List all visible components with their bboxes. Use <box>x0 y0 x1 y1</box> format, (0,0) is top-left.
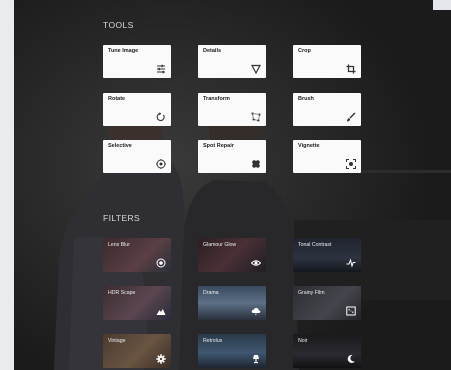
filter-label: Grainy Film <box>298 290 325 296</box>
selective-icon <box>156 159 166 169</box>
filter-label: Drama <box>203 290 219 296</box>
filter-noir[interactable]: Noir <box>293 334 361 368</box>
filter-lens-blur[interactable]: Lens Blur <box>103 238 171 272</box>
filter-vintage[interactable]: Vintage <box>103 334 171 368</box>
tool-label: Spot Repair <box>203 143 234 149</box>
tool-label: Selective <box>108 143 132 149</box>
lens-blur-icon <box>156 258 166 268</box>
tool-brush[interactable]: Brush <box>293 93 361 126</box>
gear-icon <box>156 354 166 364</box>
tool-transform[interactable]: Transform <box>198 93 266 126</box>
eye-icon <box>251 260 261 266</box>
tool-label: Tune Image <box>108 48 139 54</box>
filter-label: Glamour Glow <box>203 242 237 248</box>
lamp-icon <box>253 355 259 364</box>
cloud-icon <box>251 307 261 316</box>
filter-grainy-film[interactable]: Grainy Film <box>293 286 361 320</box>
tool-label: Rotate <box>108 96 126 102</box>
tool-label: Details <box>203 48 222 54</box>
bandage-icon <box>252 160 260 168</box>
triangle-icon <box>251 64 261 74</box>
tool-vignette[interactable]: Vignette <box>293 140 361 173</box>
tool-spot-repair[interactable]: Spot Repair <box>198 140 266 173</box>
tool-crop[interactable]: Crop <box>293 45 361 78</box>
brush-icon <box>347 112 356 122</box>
crop-icon <box>346 64 356 74</box>
moon-icon <box>347 354 355 363</box>
mountain-icon <box>156 309 166 315</box>
vignette-icon <box>346 159 356 169</box>
tool-label: Vignette <box>298 143 320 149</box>
filters-heading: FILTERS <box>103 213 141 223</box>
tool-details[interactable]: Details <box>198 45 266 78</box>
pulse-icon <box>346 258 356 268</box>
filter-label: Vintage <box>108 338 126 344</box>
filter-label: HDR Scape <box>108 290 136 296</box>
sliders-icon <box>157 64 165 74</box>
filter-label: Noir <box>298 338 308 344</box>
filter-label: Tonal Contrast <box>298 242 332 248</box>
filter-drama[interactable]: Drama <box>198 286 266 320</box>
tools-heading: TOOLS <box>103 20 134 30</box>
rotate-icon <box>156 112 165 122</box>
tool-rotate[interactable]: Rotate <box>103 93 171 126</box>
top-right-strip <box>433 0 451 10</box>
transform-icon <box>251 112 261 122</box>
filter-hdr-scape[interactable]: HDR Scape <box>103 286 171 320</box>
filter-glamour-glow[interactable]: Glamour Glow <box>198 238 266 272</box>
tools-panel: TOOLS Tune Image Details Crop Rotate Tra… <box>14 0 451 370</box>
filter-tonal-contrast[interactable]: Tonal Contrast <box>293 238 361 272</box>
filter-label: Retrolux <box>203 338 223 344</box>
tool-label: Crop <box>298 48 311 54</box>
tool-selective[interactable]: Selective <box>103 140 171 173</box>
film-icon <box>346 306 356 316</box>
tool-label: Transform <box>203 96 230 102</box>
tool-label: Brush <box>298 96 314 102</box>
filter-label: Lens Blur <box>108 242 130 248</box>
filter-retrolux[interactable]: Retrolux <box>198 334 266 368</box>
tool-tune-image[interactable]: Tune Image <box>103 45 171 78</box>
